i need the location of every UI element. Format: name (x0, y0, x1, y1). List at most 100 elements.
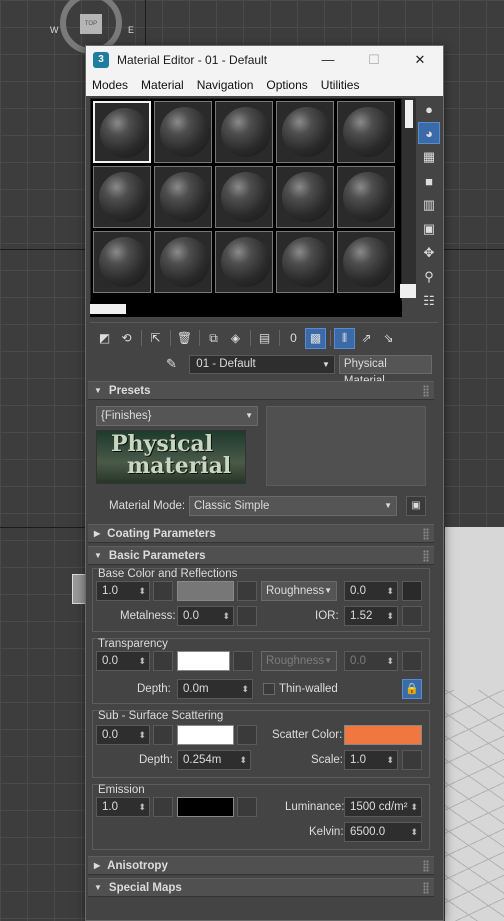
spinner-arrows-icon[interactable]: ⬍ (241, 680, 249, 698)
material-slot[interactable] (93, 231, 151, 293)
go-to-parent-icon[interactable]: ⇗ (356, 328, 377, 349)
viewcube-top-face[interactable]: TOP (80, 14, 102, 34)
spinner-arrows-icon[interactable]: ⬍ (138, 798, 146, 816)
sss-color-map-button[interactable] (237, 725, 257, 745)
presets-rollout-header[interactable]: ▼ Presets (88, 381, 434, 400)
sss-scale-spinner[interactable]: 1.0 ⬍ (344, 750, 398, 770)
save-preset-icon[interactable]: ▣ (406, 496, 426, 516)
sss-depth-spinner[interactable]: 0.254m ⬍ (177, 750, 251, 770)
make-copy-icon[interactable]: ⧉ (203, 328, 224, 349)
menu-options[interactable]: Options (266, 78, 307, 92)
transparency-weight-spinner[interactable]: 0.0 ⬍ (96, 651, 150, 671)
sss-color-swatch[interactable] (177, 725, 234, 745)
material-id-channel-icon[interactable]: 0 (283, 328, 304, 349)
spinner-arrows-icon[interactable]: ⬍ (386, 652, 394, 670)
ior-spinner[interactable]: 1.52 ⬍ (344, 606, 398, 626)
video-color-check-icon[interactable]: ▥ (418, 194, 440, 216)
spinner-arrows-icon[interactable]: ⬍ (410, 798, 418, 816)
make-unique-icon[interactable]: ◈ (225, 328, 246, 349)
metalness-spinner[interactable]: 0.0 ⬍ (177, 606, 234, 626)
put-to-scene-icon[interactable]: ⟲ (116, 328, 137, 349)
roughness-map-button[interactable] (402, 581, 422, 601)
anisotropy-rollout-header[interactable]: ▶ Anisotropy (88, 856, 434, 875)
spinner-arrows-icon[interactable]: ⬍ (222, 607, 230, 625)
scroll-thumb[interactable] (405, 100, 413, 128)
special-maps-rollout-header[interactable]: ▼ Special Maps (88, 878, 434, 897)
sample-type-icon[interactable]: ● (418, 98, 440, 120)
material-navigator-icon[interactable]: ☷ (418, 290, 440, 312)
transparency-color-swatch[interactable] (177, 651, 230, 671)
transparency-roughness-dropdown[interactable]: Roughness ▼ (261, 651, 337, 671)
sss-scale-map-button[interactable] (402, 750, 422, 770)
spinner-arrows-icon[interactable]: ⬍ (386, 607, 394, 625)
roughness-mode-dropdown[interactable]: Roughness ▼ (261, 581, 337, 601)
make-preview-icon[interactable]: ▣ (418, 218, 440, 240)
spinner-arrows-icon[interactable]: ⬍ (239, 751, 247, 769)
material-slot[interactable] (337, 101, 395, 163)
metalness-map-button[interactable] (237, 606, 257, 626)
menu-material[interactable]: Material (141, 78, 184, 92)
spinner-arrows-icon[interactable]: ⬍ (386, 751, 394, 769)
material-slot[interactable] (276, 101, 334, 163)
menu-modes[interactable]: Modes (92, 78, 128, 92)
menu-navigation[interactable]: Navigation (197, 78, 254, 92)
ior-map-button[interactable] (402, 606, 422, 626)
scroll-thumb[interactable] (90, 304, 126, 314)
material-slot[interactable] (337, 231, 395, 293)
spinner-arrows-icon[interactable]: ⬍ (386, 582, 394, 600)
emission-weight-spinner[interactable]: 1.0 ⬍ (96, 797, 150, 817)
assign-to-selection-icon[interactable]: ⇱ (145, 328, 166, 349)
delete-icon[interactable]: 🗑 (174, 328, 195, 349)
transparency-roughness-spinner[interactable]: 0.0 ⬍ (344, 651, 398, 671)
material-slot[interactable] (276, 231, 334, 293)
minimize-button[interactable]: — (305, 46, 351, 74)
sample-uv-icon[interactable]: ■ (418, 170, 440, 192)
material-slot[interactable] (276, 166, 334, 228)
spinner-arrows-icon[interactable]: ⬍ (138, 726, 146, 744)
base-weight-spinner[interactable]: 1.0 ⬍ (96, 581, 150, 601)
put-to-library-icon[interactable]: ▤ (254, 328, 275, 349)
slots-vertical-scrollbar[interactable] (402, 98, 416, 296)
material-slot[interactable] (337, 166, 395, 228)
presets-dropdown[interactable]: {Finishes} ▼ (96, 406, 258, 426)
lock-icon[interactable]: 🔒 (402, 679, 422, 699)
material-slot[interactable] (154, 101, 212, 163)
luminance-spinner[interactable]: 1500 cd/m² ⬍ (344, 797, 422, 817)
roughness-spinner[interactable]: 0.0 ⬍ (344, 581, 398, 601)
show-shaded-material-icon[interactable]: ▩ (305, 327, 326, 349)
spinner-arrows-icon[interactable]: ⬍ (138, 652, 146, 670)
kelvin-spinner[interactable]: 6500.0 ⬍ (344, 822, 422, 842)
backlight-icon[interactable]: ◕ (418, 122, 440, 144)
material-name-field[interactable]: 01 - Default ▼ (189, 354, 335, 374)
material-slot[interactable] (215, 166, 273, 228)
scatter-color-swatch[interactable] (344, 725, 422, 745)
spinner-arrows-icon[interactable]: ⬍ (410, 823, 418, 841)
menu-utilities[interactable]: Utilities (321, 78, 360, 92)
base-color-map-button[interactable] (237, 581, 257, 601)
emission-weight-map-button[interactable] (153, 797, 173, 817)
emission-color-swatch[interactable] (177, 797, 234, 817)
go-forward-sibling-icon[interactable]: ⇘ (378, 328, 399, 349)
emission-color-map-button[interactable] (237, 797, 257, 817)
material-slot[interactable] (154, 231, 212, 293)
transparency-depth-spinner[interactable]: 0.0m ⬍ (177, 679, 253, 699)
thin-walled-checkbox[interactable] (263, 683, 275, 695)
maximize-button[interactable]: ☐ (351, 46, 397, 74)
material-type-button[interactable]: Physical Material (338, 354, 432, 387)
eyedropper-icon[interactable]: ✎ (166, 356, 181, 372)
material-slot[interactable] (215, 101, 273, 163)
coating-rollout-header[interactable]: ▶ Coating Parameters (88, 524, 434, 543)
spinner-arrows-icon[interactable]: ⬍ (138, 582, 146, 600)
material-slot[interactable] (93, 101, 151, 163)
slots-horizontal-scrollbar[interactable] (90, 301, 402, 317)
background-icon[interactable]: ▦ (418, 146, 440, 168)
close-button[interactable]: ✕ (397, 46, 443, 74)
sss-weight-spinner[interactable]: 0.0 ⬍ (96, 725, 150, 745)
get-material-icon[interactable]: ◩ (94, 328, 115, 349)
material-mode-dropdown[interactable]: Classic Simple ▼ (189, 496, 397, 516)
transparency-weight-map-button[interactable] (153, 651, 173, 671)
select-by-material-icon[interactable]: ⚲ (418, 266, 440, 288)
transparency-roughness-map-button[interactable] (402, 651, 422, 671)
title-bar[interactable]: 3 Material Editor - 01 - Default — ☐ ✕ (86, 46, 443, 74)
material-slot[interactable] (154, 166, 212, 228)
